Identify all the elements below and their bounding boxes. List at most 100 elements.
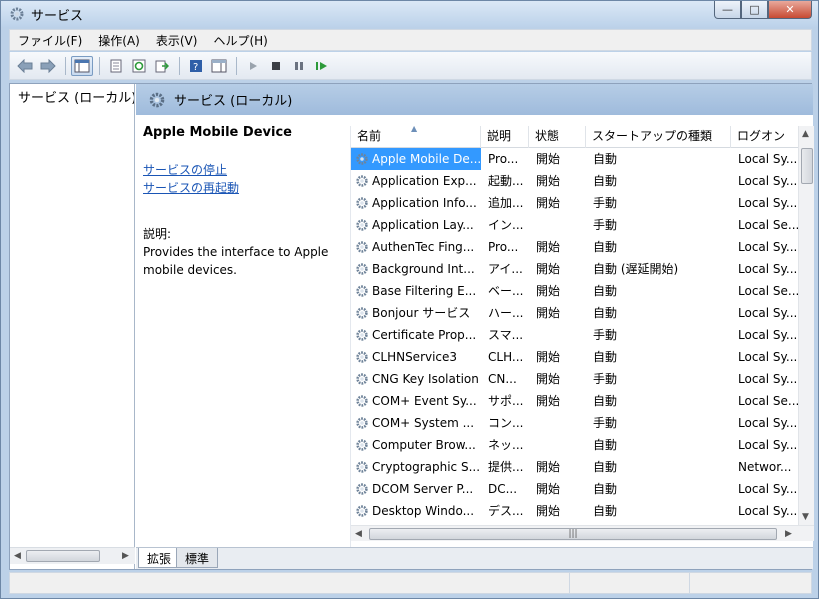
cell-status: 開始 xyxy=(536,174,561,188)
export-button[interactable] xyxy=(151,56,173,76)
cell-description: デス... xyxy=(488,504,524,518)
table-row[interactable]: Desktop Windo... デス... 開始 自動 Local Sy... xyxy=(351,500,798,522)
export-list-icon xyxy=(155,60,169,72)
table-row[interactable]: COM+ System ... コン... 手動 Local Sy... xyxy=(351,412,798,434)
table-row[interactable]: Application Info... 追加... 開始 手動 Local Sy... xyxy=(351,192,798,214)
table-row[interactable]: Computer Brow... ネッ... 自動 Local Sy... xyxy=(351,434,798,456)
pause-icon xyxy=(295,61,303,70)
service-gear-icon xyxy=(356,219,368,231)
show-tree-button[interactable] xyxy=(71,55,93,76)
cell-startup-type: 自動 xyxy=(593,460,618,474)
tree-scroll-thumb[interactable] xyxy=(26,550,100,562)
service-gear-icon xyxy=(356,263,368,275)
cell-name: Application Exp... xyxy=(372,174,477,188)
cell-description: アイ... xyxy=(488,262,523,276)
minimize-button[interactable]: — xyxy=(714,1,741,19)
cell-name: Bonjour サービス xyxy=(372,306,471,320)
cell-status: 開始 xyxy=(536,306,561,320)
column-header-logon[interactable]: ログオン xyxy=(731,126,798,148)
menu-view[interactable]: 表示(V) xyxy=(148,32,206,49)
table-row[interactable]: Base Filtering E... ベー... 開始 自動 Local Se... xyxy=(351,280,798,302)
tab-standard[interactable]: 標準 xyxy=(176,548,219,568)
table-row[interactable]: Cryptographic S... 提供... 開始 自動 Networ... xyxy=(351,456,798,478)
pause-service-button[interactable] xyxy=(288,56,310,76)
view-button[interactable] xyxy=(208,56,230,76)
cell-name: Application Info... xyxy=(372,196,477,210)
forward-button[interactable] xyxy=(37,56,59,76)
table-row[interactable]: CNG Key Isolation CN... 開始 手動 Local Sy... xyxy=(351,368,798,390)
column-header-startup-type[interactable]: スタートアップの種類 xyxy=(586,126,731,148)
scroll-right-arrow-icon[interactable]: ▶ xyxy=(785,529,792,539)
help-button[interactable]: ? xyxy=(185,56,207,76)
table-row[interactable]: CLHNService3 CLH... 開始 自動 Local Sy... xyxy=(351,346,798,368)
service-gear-icon xyxy=(356,307,368,319)
view-tabs: 拡張 標準 xyxy=(136,547,813,569)
maximize-button[interactable]: □ xyxy=(741,1,768,19)
scroll-right-arrow-icon[interactable]: ▶ xyxy=(122,551,129,561)
menu-file[interactable]: ファイル(F) xyxy=(10,32,90,49)
refresh-button[interactable] xyxy=(128,56,150,76)
cell-logon: Local Sy... xyxy=(738,240,798,254)
table-row[interactable]: Certificate Prop... スマ... 手動 Local Sy... xyxy=(351,324,798,346)
cell-status: 開始 xyxy=(536,350,561,364)
service-gear-icon xyxy=(356,351,368,363)
table-row[interactable]: COM+ Event Sy... サポ... 開始 自動 Local Se... xyxy=(351,390,798,412)
restart-service-button[interactable] xyxy=(311,56,333,76)
action-pane-icon xyxy=(211,59,227,72)
table-row[interactable]: AuthenTec Fing... Pro... 開始 自動 Local Sy... xyxy=(351,236,798,258)
close-button[interactable]: ✕ xyxy=(768,1,812,19)
start-service-button[interactable] xyxy=(242,56,264,76)
tree-item-services-local[interactable]: サービス (ローカル) xyxy=(14,87,134,106)
list-vertical-scrollbar[interactable]: ▲ ▼ xyxy=(798,126,814,525)
cell-status: 開始 xyxy=(529,148,586,170)
list-hscroll-thumb[interactable]: ||| xyxy=(369,528,777,540)
cell-description: 起動... xyxy=(488,174,524,188)
stop-service-button[interactable] xyxy=(265,56,287,76)
tab-extended[interactable]: 拡張 xyxy=(138,548,181,568)
properties-button[interactable] xyxy=(105,56,127,76)
list-horizontal-scrollbar[interactable]: ◀ ||| ▶ xyxy=(351,525,814,541)
console-tree-icon xyxy=(74,59,90,72)
scroll-left-arrow-icon[interactable]: ◀ xyxy=(355,529,362,539)
description-label: 説明: xyxy=(143,227,172,241)
table-row[interactable]: Apple Mobile De... Pro... 開始 自動 Local Sy... xyxy=(351,148,798,170)
menu-bar: ファイル(F) 操作(A) 表示(V) ヘルプ(H) xyxy=(9,29,812,51)
menu-help[interactable]: ヘルプ(H) xyxy=(205,32,275,49)
services-gear-icon xyxy=(149,92,165,107)
forward-arrow-icon xyxy=(40,58,56,73)
cell-status: 開始 xyxy=(536,482,561,496)
scroll-up-arrow-icon[interactable]: ▲ xyxy=(802,129,809,139)
cell-logon: Local Sy... xyxy=(738,328,798,342)
cell-name: Application Lay... xyxy=(372,218,474,232)
stop-icon xyxy=(272,61,280,70)
table-row[interactable]: Application Exp... 起動... 開始 自動 Local Sy... xyxy=(351,170,798,192)
help-icon: ? xyxy=(190,59,202,73)
column-header-name[interactable]: 名前 ▲ xyxy=(351,126,481,148)
menu-action[interactable]: 操作(A) xyxy=(90,32,148,49)
stop-service-link[interactable]: サービスの停止 xyxy=(143,161,343,179)
services-pane: サービス (ローカル) Apple Mobile Device サービスの停止 … xyxy=(136,84,814,569)
cell-logon: Local Sy... xyxy=(738,416,798,430)
cell-startup-type: 自動 xyxy=(593,174,618,188)
back-button[interactable] xyxy=(14,56,36,76)
list-vscroll-thumb[interactable] xyxy=(801,148,813,184)
table-row[interactable]: DCOM Server P... DC... 開始 自動 Local Sy... xyxy=(351,478,798,500)
status-pane-2 xyxy=(570,573,690,593)
column-header-description[interactable]: 説明 xyxy=(481,126,529,148)
table-row[interactable]: Background Int... アイ... 開始 自動 (遅延開始) Local S… xyxy=(351,258,798,280)
service-gear-icon xyxy=(356,505,368,517)
cell-startup-type: 自動 xyxy=(593,504,618,518)
column-header-status[interactable]: 状態 xyxy=(529,126,586,148)
scroll-down-arrow-icon[interactable]: ▼ xyxy=(802,512,809,522)
cell-name: Background Int... xyxy=(372,262,475,276)
tree-horizontal-scrollbar[interactable]: ◀ ▶ xyxy=(10,547,135,564)
status-bar xyxy=(9,572,812,594)
scroll-left-arrow-icon[interactable]: ◀ xyxy=(14,551,21,561)
cell-status: 開始 xyxy=(536,196,561,210)
title-bar[interactable]: サービス — □ ✕ xyxy=(1,1,818,27)
table-row[interactable]: Bonjour サービス ハー... 開始 自動 Local Sy... xyxy=(351,302,798,324)
restart-service-link[interactable]: サービスの再起動 xyxy=(143,179,343,197)
cell-name: Apple Mobile De... xyxy=(351,148,481,170)
cell-status: 開始 xyxy=(536,262,561,276)
table-row[interactable]: Application Lay... イン... 手動 Local Se... xyxy=(351,214,798,236)
